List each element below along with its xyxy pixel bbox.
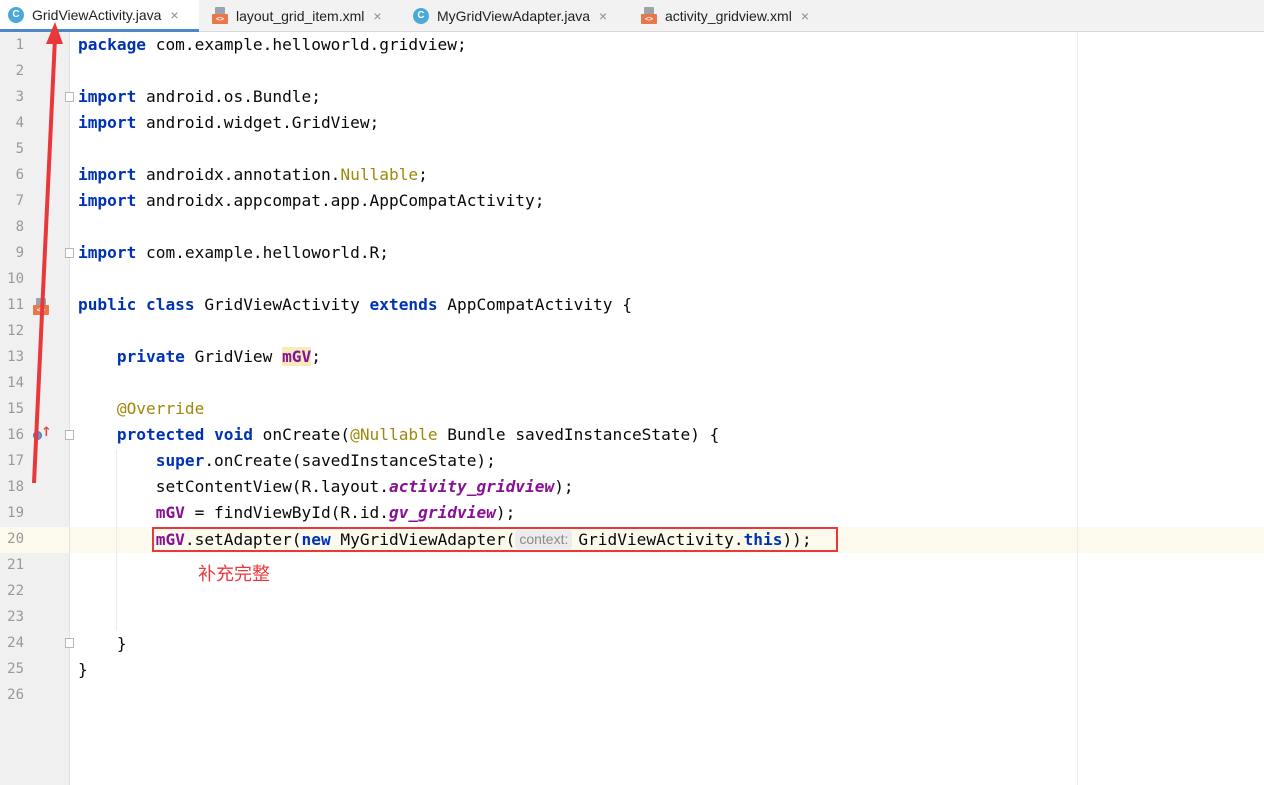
line-number[interactable]: 20 bbox=[0, 526, 24, 552]
code-line-17[interactable]: super.onCreate(savedInstanceState); bbox=[78, 448, 496, 474]
code-line-1[interactable]: package com.example.helloworld.gridview; bbox=[78, 32, 467, 58]
java-class-icon: C bbox=[413, 7, 429, 24]
code-line-18[interactable]: setContentView(R.layout.activity_gridvie… bbox=[78, 474, 574, 500]
code-line-9[interactable]: import com.example.helloworld.R; bbox=[78, 240, 389, 266]
code-line-25[interactable]: } bbox=[78, 657, 88, 683]
line-number[interactable]: 25 bbox=[0, 656, 24, 682]
line-number[interactable]: 8 bbox=[0, 214, 24, 240]
code-line-19[interactable]: mGV = findViewById(R.id.gv_gridview); bbox=[78, 500, 516, 526]
line-number[interactable]: 4 bbox=[0, 110, 24, 136]
close-icon[interactable]: × bbox=[170, 7, 178, 23]
xml-file-icon: <> bbox=[641, 7, 657, 24]
line-number[interactable]: 3 bbox=[0, 84, 24, 110]
line-number[interactable]: 2 bbox=[0, 58, 24, 84]
code-line-6[interactable]: import androidx.annotation.Nullable; bbox=[78, 162, 428, 188]
annotation-note: 补充完整 bbox=[198, 564, 270, 585]
overrides-method-icon[interactable]: ↑ bbox=[33, 425, 52, 442]
line-number[interactable]: 15 bbox=[0, 396, 24, 422]
line-number[interactable]: 23 bbox=[0, 604, 24, 630]
line-number[interactable]: 5 bbox=[0, 136, 24, 162]
code-line-4[interactable]: import android.widget.GridView; bbox=[78, 110, 379, 136]
line-number[interactable]: 7 bbox=[0, 188, 24, 214]
related-layout-xml-icon[interactable]: <> bbox=[33, 298, 49, 315]
line-number[interactable]: 1 bbox=[0, 32, 24, 58]
tab-activity-gridview-xml[interactable]: <> activity_gridview.xml × bbox=[633, 0, 833, 31]
code-line-3[interactable]: import android.os.Bundle; bbox=[78, 84, 321, 110]
line-number[interactable]: 18 bbox=[0, 474, 24, 500]
close-icon[interactable]: × bbox=[373, 8, 381, 24]
line-number[interactable]: 9 bbox=[0, 240, 24, 266]
editor-tab-bar: C GridViewActivity.java × <> layout_grid… bbox=[0, 0, 1264, 32]
code-editor[interactable] bbox=[70, 32, 1264, 785]
tab-layout-grid-item-xml[interactable]: <> layout_grid_item.xml × bbox=[204, 0, 404, 31]
close-icon[interactable]: × bbox=[801, 8, 809, 24]
tab-mygridviewadapter-java[interactable]: C MyGridViewAdapter.java × bbox=[405, 0, 631, 31]
xml-file-icon: <> bbox=[212, 7, 228, 24]
code-line-13[interactable]: private GridView mGV; bbox=[78, 344, 321, 370]
tab-gridviewactivity-java[interactable]: C GridViewActivity.java × bbox=[0, 0, 199, 32]
tab-label: GridViewActivity.java bbox=[32, 6, 162, 23]
right-margin-guide bbox=[1077, 32, 1078, 785]
line-number[interactable]: 22 bbox=[0, 578, 24, 604]
code-line-15[interactable]: @Override bbox=[78, 396, 204, 422]
line-number[interactable]: 19 bbox=[0, 500, 24, 526]
close-icon[interactable]: × bbox=[599, 8, 607, 24]
line-number[interactable]: 26 bbox=[0, 682, 24, 708]
java-class-icon: C bbox=[8, 6, 24, 23]
line-number[interactable]: 14 bbox=[0, 370, 24, 396]
tab-label: activity_gridview.xml bbox=[665, 7, 792, 24]
tab-label: layout_grid_item.xml bbox=[236, 7, 365, 24]
code-line-7[interactable]: import androidx.appcompat.app.AppCompatA… bbox=[78, 188, 544, 214]
code-line-24[interactable]: } bbox=[78, 631, 127, 657]
line-number[interactable]: 12 bbox=[0, 318, 24, 344]
line-number[interactable]: 10 bbox=[0, 266, 24, 292]
code-line-16[interactable]: protected void onCreate(@Nullable Bundle… bbox=[78, 422, 720, 448]
tab-label: MyGridViewAdapter.java bbox=[437, 7, 591, 24]
line-number[interactable]: 17 bbox=[0, 448, 24, 474]
line-number[interactable]: 24 bbox=[0, 630, 24, 656]
line-number[interactable]: 11 bbox=[0, 292, 24, 318]
line-number[interactable]: 21 bbox=[0, 552, 24, 578]
line-number[interactable]: 16 bbox=[0, 422, 24, 448]
line-number[interactable]: 6 bbox=[0, 162, 24, 188]
line-number[interactable]: 13 bbox=[0, 344, 24, 370]
code-line-11[interactable]: public class GridViewActivity extends Ap… bbox=[78, 292, 632, 318]
highlight-box bbox=[152, 527, 838, 552]
